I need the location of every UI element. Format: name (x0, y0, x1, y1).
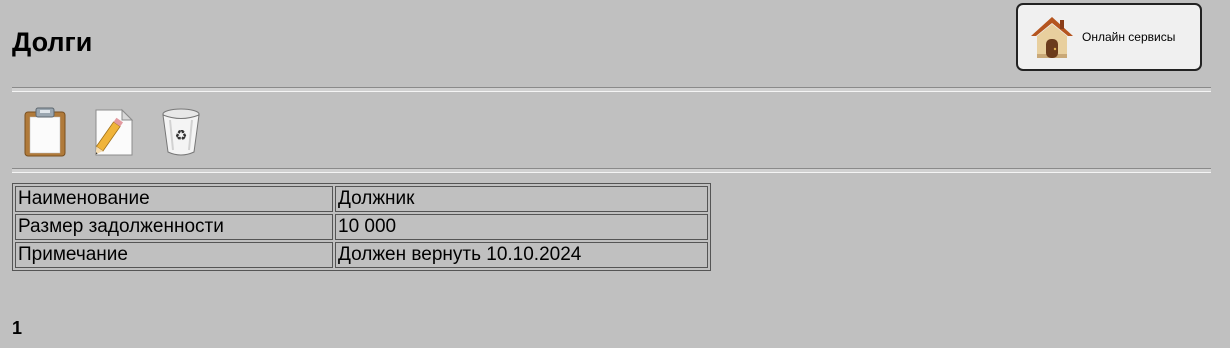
row-label-name: Наименование (15, 186, 333, 212)
row-value-note: Должен вернуть 10.10.2024 (335, 242, 708, 268)
row-value-debt-amount: 10 000 (335, 214, 708, 240)
details-table: Наименование Должник Размер задолженност… (12, 183, 711, 271)
clipboard-icon[interactable] (22, 106, 68, 158)
row-label-debt-amount: Размер задолженности (15, 214, 333, 240)
table-row: Наименование Должник (15, 186, 708, 212)
svg-text:♻: ♻ (175, 128, 188, 144)
table-row: Примечание Должен вернуть 10.10.2024 (15, 242, 708, 268)
edit-document-icon[interactable] (90, 106, 136, 158)
online-services-label: Онлайн сервисы (1082, 30, 1176, 44)
top-divider (12, 87, 1211, 92)
row-label-note: Примечание (15, 242, 333, 268)
recycle-bin-icon[interactable]: ♻ (158, 106, 204, 158)
toolbar: ♻ (22, 106, 204, 158)
bottom-divider (12, 168, 1211, 173)
online-services-button[interactable]: Онлайн сервисы (1016, 3, 1202, 71)
row-value-name: Должник (335, 186, 708, 212)
page-title: Долги (12, 27, 93, 57)
table-row: Размер задолженности 10 000 (15, 214, 708, 240)
home-icon (1031, 17, 1073, 58)
page-number[interactable]: 1 (12, 318, 22, 339)
